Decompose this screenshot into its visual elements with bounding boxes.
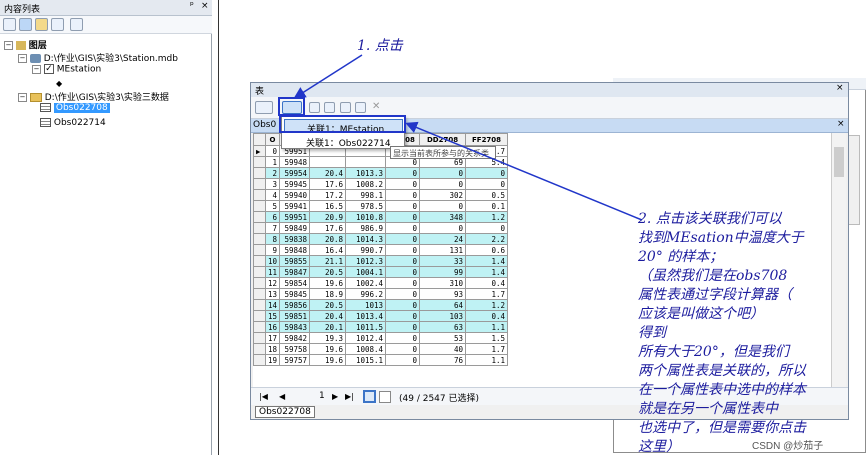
- annotation-line: 2. 点击该关联我们可以: [638, 211, 782, 227]
- annotation-line: 两个属性表是关联的，所以: [638, 363, 806, 379]
- step2-annotation: 2. 点击该关联我们可以找到MEsation中温度大于 20° 的样本； （虽然我们…: [638, 210, 863, 457]
- annotation-line: 得到: [638, 325, 666, 341]
- annotation-line: 在一个属性表中选中的样本: [638, 382, 806, 398]
- watermark: CSDN @炒茄子: [752, 441, 824, 452]
- annotation-line: 就是在另一个属性表中: [638, 401, 778, 417]
- annotation-line: 找到MEsation中温度大于: [638, 230, 804, 246]
- arrow-to-menu-item: [405, 121, 643, 221]
- step1-annotation: 1. 点击: [357, 38, 403, 54]
- annotation-line: （虽然我们是在obs708: [638, 268, 788, 284]
- annotation-line: 这里）: [638, 439, 680, 455]
- annotation-line: 所有大于20°，但是我们: [638, 344, 789, 360]
- annotation-line: 属性表通过字段计算器（: [638, 287, 792, 303]
- annotation-line: 也选中了，但是需要你点击: [638, 420, 806, 436]
- annotation-line: 20° 的样本；: [638, 249, 724, 265]
- arrow-to-button: [293, 54, 363, 99]
- annotation-line: 应该是叫做这个吧）: [638, 306, 764, 322]
